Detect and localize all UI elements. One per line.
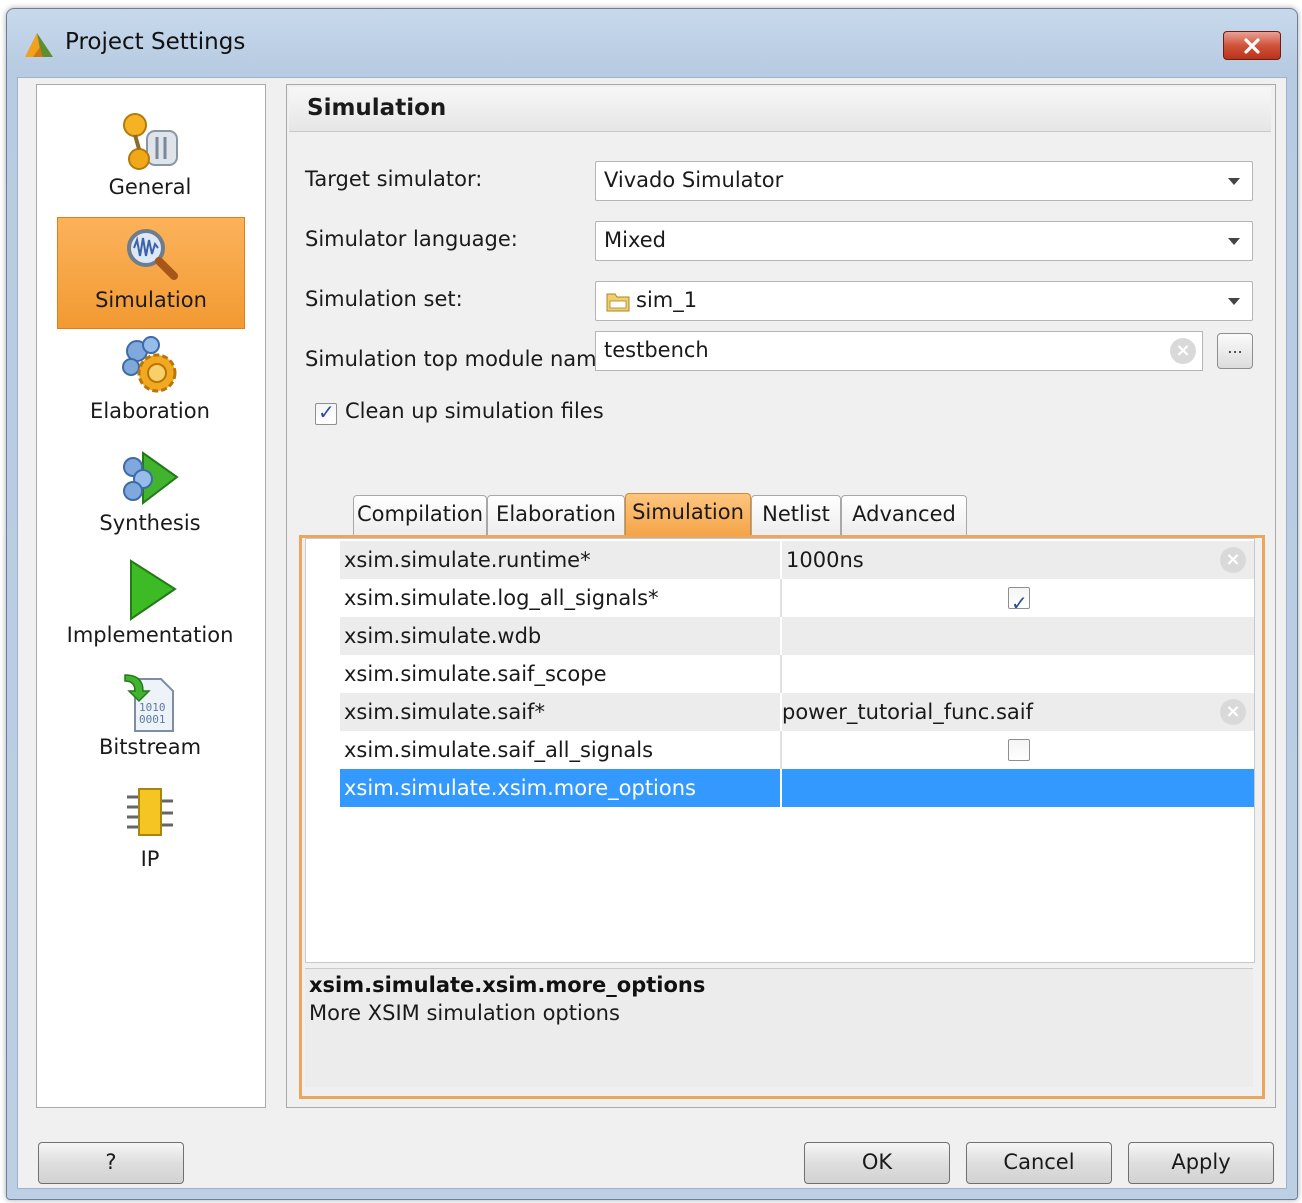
window-title: Project Settings (65, 29, 246, 55)
table-row[interactable]: xsim.simulate.saif* power_tutorial_func.… (340, 693, 1254, 731)
sidebar-item-implementation[interactable]: Implementation (57, 553, 243, 663)
synthesis-icon (123, 451, 179, 506)
tab-elaboration[interactable]: Elaboration (487, 495, 625, 536)
property-value[interactable] (782, 617, 1254, 655)
table-row[interactable]: xsim.simulate.xsim.more_options (340, 769, 1254, 807)
title-bar[interactable]: Project Settings (7, 9, 1297, 77)
tab-label: Advanced (852, 502, 956, 526)
simulator-language-value: Mixed (604, 228, 666, 252)
tab-simulation[interactable]: Simulation (625, 493, 751, 536)
simulation-settings-panel: Simulation Target simulator: Vivado Simu… (286, 84, 1276, 1108)
sidebar-item-label: Synthesis (99, 511, 201, 535)
clear-icon[interactable]: × (1220, 699, 1246, 725)
tab-netlist[interactable]: Netlist (751, 495, 841, 536)
sidebar-item-label: General (108, 175, 192, 199)
svg-text:0001: 0001 (139, 713, 166, 726)
vivado-logo-icon (25, 33, 53, 57)
bitstream-file-icon: 1010 0001 (124, 674, 174, 732)
property-name: xsim.simulate.log_all_signals* (340, 579, 780, 617)
property-table: xsim.simulate.runtime* 1000ns × xsim.sim… (305, 538, 1255, 963)
sidebar-item-elaboration[interactable]: Elaboration (57, 329, 243, 439)
target-simulator-label: Target simulator: (305, 167, 483, 191)
target-simulator-dropdown[interactable]: Vivado Simulator (595, 161, 1253, 201)
property-value-cell (782, 731, 1254, 769)
apply-button[interactable]: Apply (1128, 1142, 1274, 1184)
property-value[interactable] (782, 655, 1254, 693)
sidebar-item-bitstream[interactable]: 1010 0001 Bitstream (57, 665, 243, 775)
ok-button[interactable]: OK (804, 1142, 950, 1184)
tab-advanced[interactable]: Advanced (841, 495, 967, 536)
sidebar-item-simulation[interactable]: Simulation (57, 217, 245, 329)
sidebar-item-label: IP (140, 847, 160, 871)
tab-content-frame: xsim.simulate.runtime* 1000ns × xsim.sim… (299, 535, 1265, 1099)
folder-icon (606, 293, 630, 312)
implementation-play-icon (130, 559, 177, 621)
general-settings-icon (123, 113, 178, 170)
sidebar-item-label: Bitstream (98, 735, 202, 759)
sidebar-item-general[interactable]: General (57, 105, 243, 215)
simulation-magnifier-icon (127, 229, 178, 280)
close-button[interactable] (1223, 31, 1281, 60)
property-value-cell (782, 579, 1254, 622)
clear-icon[interactable]: × (1220, 547, 1246, 573)
simulator-language-dropdown[interactable]: Mixed (595, 221, 1253, 261)
sidebar-item-label: Implementation (66, 623, 234, 647)
tab-label: Compilation (356, 502, 484, 526)
cancel-button[interactable]: Cancel (966, 1142, 1112, 1184)
sidebar-item-synthesis[interactable]: Synthesis (57, 441, 243, 551)
description-title: xsim.simulate.xsim.more_options (309, 973, 706, 997)
property-value[interactable]: power_tutorial_func.saif (782, 693, 1254, 731)
ip-chip-icon (127, 788, 173, 836)
table-row[interactable]: xsim.simulate.runtime* 1000ns × (340, 541, 1254, 579)
property-value[interactable]: 1000ns (782, 541, 1254, 579)
table-row[interactable]: xsim.simulate.wdb (340, 617, 1254, 655)
simulator-language-label: Simulator language: (305, 227, 518, 251)
saif-all-signals-checkbox[interactable] (1008, 739, 1030, 761)
property-name: xsim.simulate.xsim.more_options (340, 769, 780, 807)
chevron-down-icon (1228, 238, 1240, 245)
target-simulator-value: Vivado Simulator (604, 168, 784, 192)
simulation-set-value: sim_1 (636, 288, 698, 312)
property-value[interactable] (782, 769, 1254, 807)
sidebar-item-label: Elaboration (90, 399, 210, 423)
panel-title: Simulation (307, 95, 447, 121)
simulation-set-label: Simulation set: (305, 287, 463, 311)
dialog-body: General Simulation Elaboration Synthesis… (17, 77, 1287, 1189)
top-module-value: testbench (604, 338, 709, 362)
property-description: xsim.simulate.xsim.more_options More XSI… (305, 968, 1253, 1087)
table-row[interactable]: xsim.simulate.log_all_signals* (340, 579, 1254, 622)
description-text: More XSIM simulation options (309, 1001, 620, 1025)
property-name: xsim.simulate.saif* (340, 693, 780, 731)
cleanup-checkbox[interactable] (315, 400, 337, 425)
property-name: xsim.simulate.saif_scope (340, 655, 780, 693)
table-row[interactable]: xsim.simulate.saif_all_signals (340, 731, 1254, 769)
chevron-down-icon (1228, 298, 1240, 305)
project-settings-window: Project Settings General Simulation Elab… (6, 8, 1298, 1200)
clear-icon[interactable]: × (1170, 338, 1196, 364)
tab-label: Netlist (762, 502, 830, 526)
top-module-input[interactable]: testbench × (595, 331, 1203, 371)
table-row[interactable]: xsim.simulate.saif_scope (340, 655, 1254, 693)
tab-label: Elaboration (496, 502, 616, 526)
property-name: xsim.simulate.runtime* (340, 541, 780, 579)
chevron-down-icon (1228, 178, 1240, 185)
simulation-set-dropdown[interactable]: sim_1 (595, 281, 1253, 321)
close-icon (1244, 37, 1260, 54)
help-button[interactable]: ? (38, 1142, 184, 1184)
property-name: xsim.simulate.saif_all_signals (340, 731, 780, 769)
property-name: xsim.simulate.wdb (340, 617, 780, 655)
top-module-label: Simulation top module name: (305, 347, 617, 371)
tab-label: Simulation (632, 500, 744, 524)
settings-sidebar: General Simulation Elaboration Synthesis… (36, 84, 266, 1108)
browse-top-module-button[interactable]: ... (1217, 333, 1253, 369)
tab-compilation[interactable]: Compilation (353, 495, 487, 536)
sidebar-item-label: Simulation (95, 288, 207, 312)
log-all-signals-checkbox[interactable] (1008, 584, 1030, 622)
sidebar-item-ip[interactable]: IP (57, 777, 243, 887)
panel-header: Simulation (289, 87, 1271, 132)
cleanup-label: Clean up simulation files (345, 399, 604, 423)
elaboration-gear-icon (122, 336, 177, 393)
